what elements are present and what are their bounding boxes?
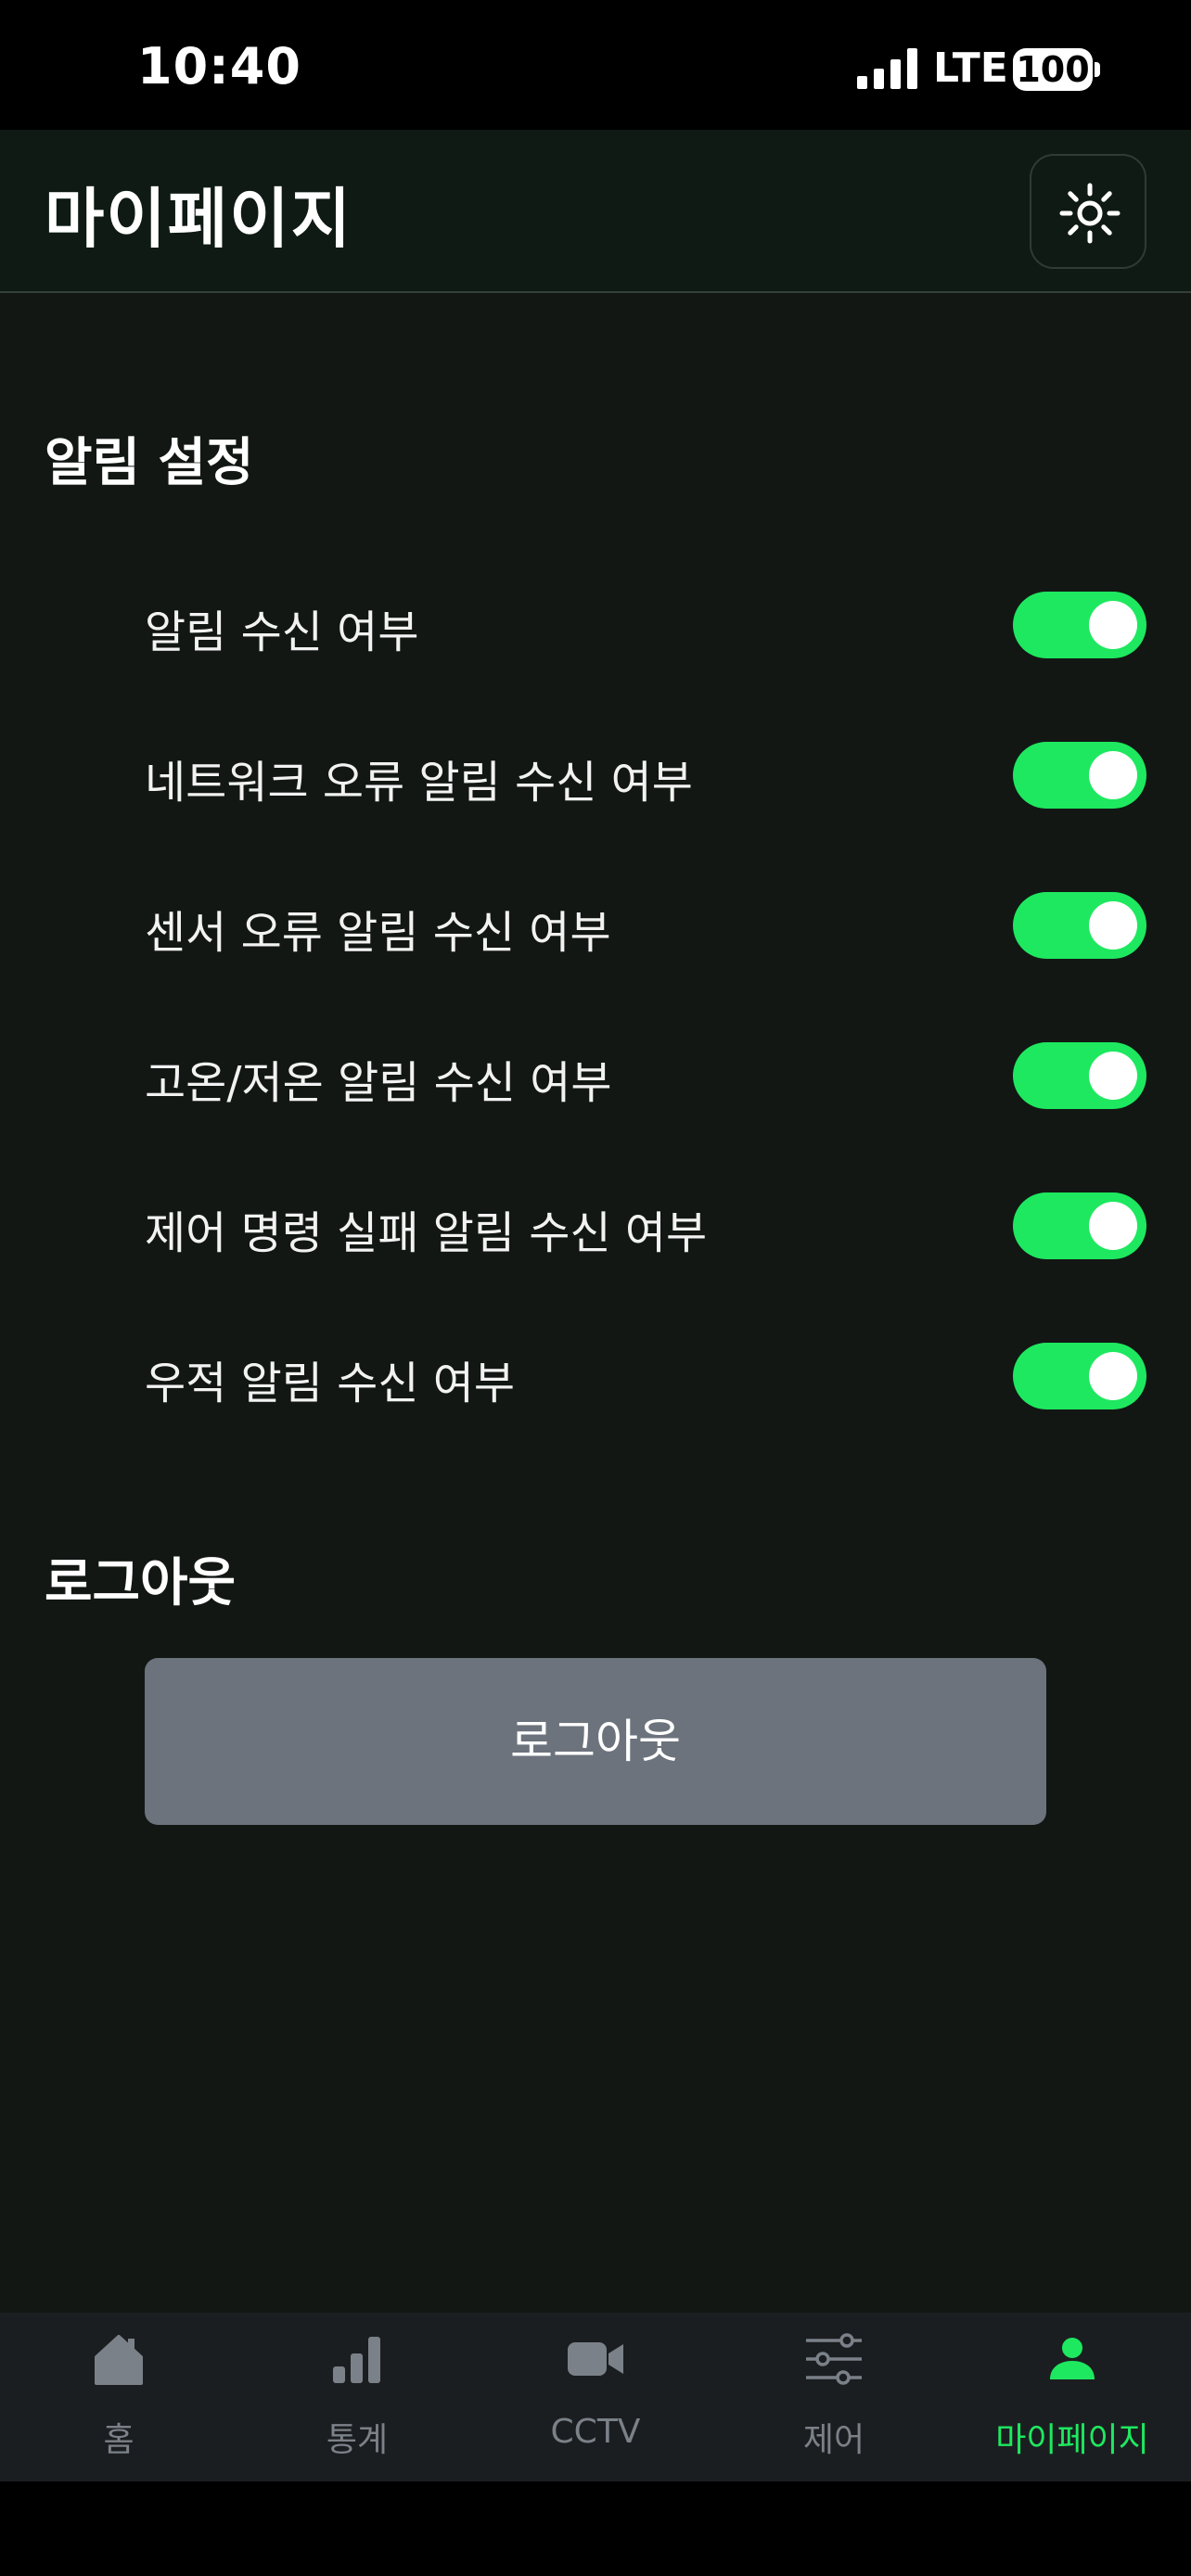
toggle-knob — [1089, 601, 1137, 649]
tab-bar: 홈 통계 CCTV 제어 마이페이지 — [0, 2313, 1191, 2481]
header: 마이페이지 — [0, 130, 1191, 293]
sun-icon — [1059, 183, 1121, 244]
sensor-error-toggle[interactable] — [1013, 892, 1146, 959]
network-error-toggle[interactable] — [1013, 742, 1146, 809]
setting-label: 센서 오류 알림 수신 여부 — [145, 907, 611, 959]
tab-label: 홈 — [103, 2421, 134, 2459]
toggle-knob — [1089, 1202, 1137, 1250]
toggle-knob — [1089, 751, 1137, 799]
control-failure-toggle[interactable] — [1013, 1192, 1146, 1259]
tab-control[interactable]: 제어 — [715, 2313, 953, 2481]
logout-section-title: 로그아웃 — [45, 1553, 237, 1613]
page-title: 마이페이지 — [45, 181, 352, 257]
setting-row-sensor-error: 센서 오류 알림 수신 여부 — [0, 870, 1191, 981]
tab-label: 제어 — [802, 2421, 865, 2459]
battery-icon: 100 — [1013, 48, 1102, 91]
tab-my-page[interactable]: 마이페이지 — [954, 2313, 1191, 2481]
bar-chart-icon — [333, 2337, 380, 2383]
tab-home[interactable]: 홈 — [0, 2313, 237, 2481]
toggle-knob — [1089, 901, 1137, 950]
toggle-knob — [1089, 1052, 1137, 1100]
setting-row-control-failure: 제어 명령 실패 알림 수신 여부 — [0, 1170, 1191, 1282]
theme-toggle-button[interactable] — [1030, 154, 1146, 269]
setting-row-network-error: 네트워크 오류 알림 수신 여부 — [0, 720, 1191, 831]
notification-toggle[interactable] — [1013, 592, 1146, 658]
signal-icon — [857, 48, 917, 89]
logout-button[interactable]: 로그아웃 — [145, 1658, 1046, 1825]
video-camera-icon — [568, 2342, 623, 2376]
status-time: 10:40 — [137, 37, 301, 96]
user-icon — [1050, 2338, 1095, 2379]
setting-row-temperature: 고온/저온 알림 수신 여부 — [0, 1020, 1191, 1131]
tab-label: CCTV — [550, 2413, 641, 2451]
notification-section-title: 알림 설정 — [45, 433, 254, 493]
temperature-toggle[interactable] — [1013, 1042, 1146, 1109]
home-indicator-area — [0, 2481, 1191, 2576]
home-icon — [95, 2335, 143, 2385]
tab-label: 통계 — [326, 2421, 389, 2459]
my-page-screen: 10:40 LTE 100 마이페이지 알림 설정 알림 수신 여부 네트워크 … — [0, 0, 1191, 2576]
sliders-icon — [806, 2333, 862, 2385]
battery-level: 100 — [1013, 48, 1093, 91]
setting-label: 알림 수신 여부 — [145, 606, 419, 658]
setting-label: 우적 알림 수신 여부 — [145, 1358, 516, 1409]
setting-label: 네트워크 오류 알림 수신 여부 — [145, 757, 693, 809]
network-type: LTE — [933, 45, 1008, 92]
toggle-knob — [1089, 1352, 1137, 1400]
setting-label: 제어 명령 실패 알림 수신 여부 — [145, 1207, 708, 1259]
setting-label: 고온/저온 알림 수신 여부 — [145, 1057, 612, 1109]
setting-row-rain: 우적 알림 수신 여부 — [0, 1320, 1191, 1432]
status-bar: 10:40 LTE 100 — [0, 0, 1191, 130]
tab-statistics[interactable]: 통계 — [238, 2313, 476, 2481]
tab-cctv[interactable]: CCTV — [477, 2313, 714, 2481]
tab-label: 마이페이지 — [995, 2421, 1149, 2459]
setting-row-notifications: 알림 수신 여부 — [0, 569, 1191, 681]
rain-toggle[interactable] — [1013, 1343, 1146, 1409]
